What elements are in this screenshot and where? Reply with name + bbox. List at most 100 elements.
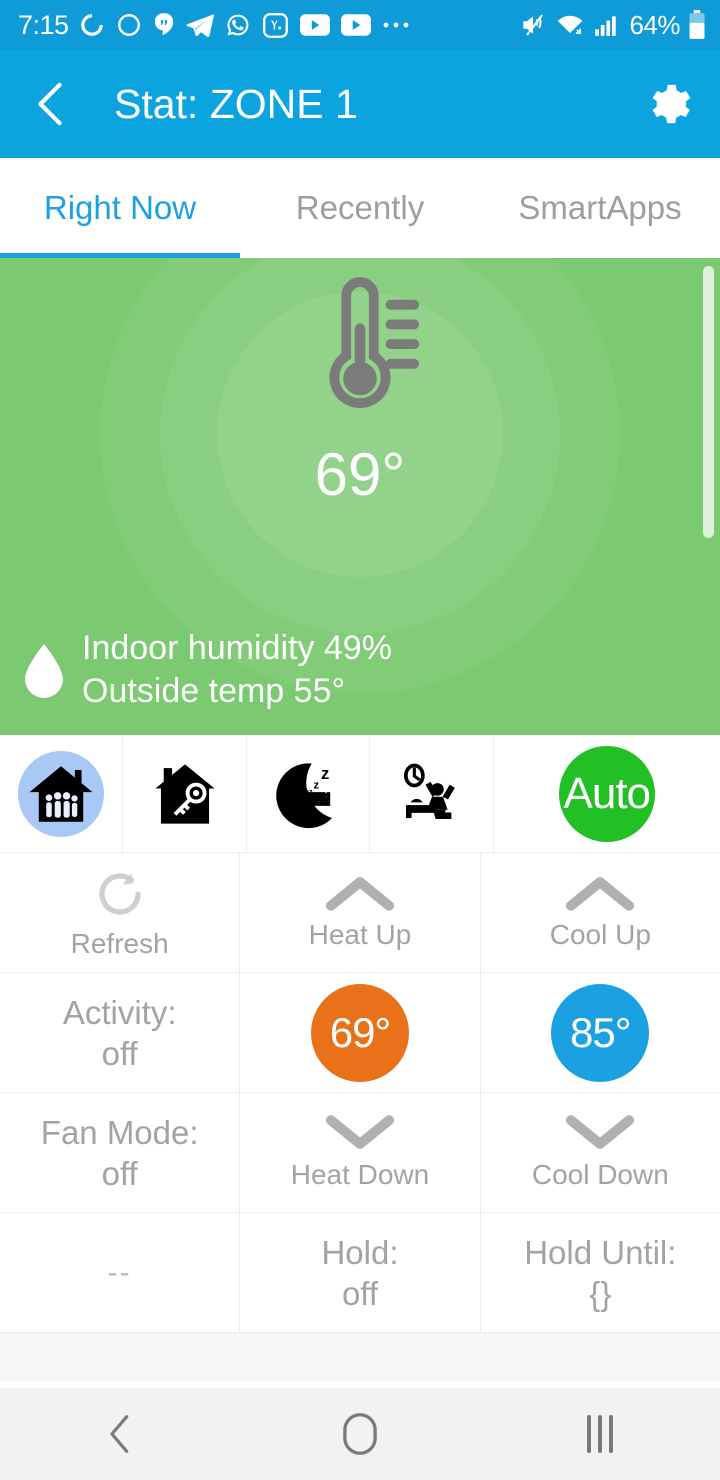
tab-right-now[interactable]: Right Now [0, 158, 240, 258]
refresh-icon [99, 872, 141, 915]
whatsapp-icon [227, 14, 248, 36]
cool-setpoint-badge[interactable]: 85° [551, 983, 650, 1082]
nav-home-icon [343, 1413, 377, 1455]
mode-button-home[interactable] [0, 735, 124, 852]
hold-until-label: Hold Until: [524, 1233, 677, 1271]
wifi-icon [558, 15, 583, 34]
status-bar-system-icons: 64% [519, 10, 706, 41]
indoor-humidity-label: Indoor humidity 49% [82, 629, 392, 667]
auto-mode-label: Auto [563, 768, 652, 818]
control-row: Activity: off 69° 85° [0, 973, 720, 1093]
thermometer-icon [329, 277, 420, 409]
current-temperature: 69° [314, 441, 406, 508]
youtube-icon [340, 14, 371, 36]
tab-smartapps[interactable]: SmartApps [480, 158, 720, 258]
hangouts-icon [154, 13, 173, 36]
back-button[interactable] [30, 80, 70, 128]
chevron-down-icon [566, 1114, 635, 1149]
heat-down-label: Heat Down [290, 1158, 430, 1190]
heat-setpoint-value: 69° [329, 1008, 392, 1056]
bottom-filler [0, 1333, 720, 1381]
battery-icon [689, 10, 705, 39]
humidity-drop-icon [25, 644, 64, 698]
house-with-key-icon [154, 763, 215, 824]
chevron-down-icon [325, 1114, 395, 1149]
status-bar-clock: 7:15 [18, 9, 69, 40]
mode-button-wake[interactable] [370, 735, 494, 852]
cool-setpoint-cell[interactable]: 85° [481, 973, 720, 1092]
heat-setpoint-cell[interactable]: 69° [240, 973, 481, 1092]
chevron-up-icon [566, 876, 635, 911]
fan-mode-value: off [101, 1154, 138, 1192]
status-bar: 7:15 64% [0, 0, 720, 50]
mute-vibrate-icon [523, 14, 544, 36]
fan-mode-cell[interactable]: Fan Mode: off [0, 1093, 241, 1212]
status-bar-notification-icons [79, 12, 520, 39]
alarm-wake-up-icon [404, 763, 456, 819]
control-row: Refresh Heat Up Cool Up [0, 853, 720, 973]
heat-up-button[interactable]: Heat Up [240, 853, 481, 972]
cool-setpoint-value: 85° [570, 1008, 632, 1056]
mode-selector-row: z z z Auto [0, 735, 720, 853]
mode-auto-cell[interactable]: Auto [494, 735, 720, 852]
activity-status-cell[interactable]: Activity: off [0, 973, 241, 1092]
vertical-scrollbar[interactable] [703, 266, 714, 538]
empty-placeholder: -- [107, 1255, 132, 1289]
hero-footer: Indoor humidity 49% Outside temp 55° [0, 627, 720, 713]
svg-text:z: z [314, 779, 320, 791]
mode-button-night[interactable]: z z z [247, 735, 371, 852]
cellular-signal-icon [595, 16, 617, 36]
thermostat-control-grid: Refresh Heat Up Cool Up Activity: off 69… [0, 853, 720, 1333]
empty-cell[interactable]: -- [0, 1213, 241, 1332]
nav-back-icon [110, 1415, 129, 1453]
nav-home-button[interactable] [240, 1412, 480, 1456]
heat-down-button[interactable]: Heat Down [240, 1093, 481, 1212]
hero-footer-text: Indoor humidity 49% Outside temp 55° [82, 627, 392, 713]
hold-value: off [341, 1274, 379, 1312]
temperature-hero-panel[interactable]: 69° Indoor humidity 49% Outside temp 55° [0, 258, 720, 735]
tab-label: SmartApps [518, 189, 682, 226]
telegram-icon [186, 14, 214, 38]
outside-temp-label: Outside temp 55° [82, 672, 346, 710]
phone-screen: 7:15 64% Stat: ZONE 1 Right Now Recently… [0, 0, 720, 1480]
fan-mode-label: Fan Mode: [40, 1113, 199, 1151]
cool-up-label: Cool Up [549, 918, 651, 950]
heat-setpoint-badge[interactable]: 69° [310, 983, 409, 1082]
moon-bed-sleep-icon: z z z [276, 762, 333, 828]
control-row: -- Hold: off Hold Until: {} [0, 1213, 720, 1333]
activity-label: Activity: [62, 993, 177, 1031]
refresh-button[interactable]: Refresh [0, 853, 241, 972]
hold-until-value: {} [589, 1274, 612, 1312]
svg-text:z: z [321, 764, 329, 783]
hold-cell[interactable]: Hold: off [240, 1213, 481, 1332]
control-row: Fan Mode: off Heat Down Cool Down [0, 1093, 720, 1213]
system-navigation-bar [0, 1388, 720, 1480]
cool-up-button[interactable]: Cool Up [481, 853, 720, 972]
nav-recents-button[interactable] [480, 1415, 720, 1453]
gear-icon[interactable] [640, 78, 692, 130]
chevron-up-icon [325, 876, 395, 911]
activity-value: off [101, 1034, 138, 1072]
hold-label: Hold: [321, 1233, 399, 1271]
tab-recently[interactable]: Recently [240, 158, 480, 258]
auto-mode-badge[interactable]: Auto [558, 745, 655, 842]
tab-label: Right Now [43, 189, 197, 226]
heat-up-label: Heat Up [308, 918, 412, 950]
svg-text:z: z [309, 787, 313, 796]
refresh-label: Refresh [70, 927, 169, 959]
youtube-icon [299, 14, 330, 36]
tab-label: Recently [295, 189, 425, 226]
cool-down-button[interactable]: Cool Down [481, 1093, 720, 1212]
battery-percent-label: 64% [629, 9, 680, 40]
circle-assistant-icon [117, 14, 140, 36]
house-with-family-icon [29, 765, 93, 822]
hold-until-cell[interactable]: Hold Until: {} [481, 1213, 720, 1332]
app-badge-icon [262, 12, 288, 38]
more-dots-icon [383, 22, 408, 28]
nav-recents-icon [587, 1415, 613, 1453]
mode-button-away[interactable] [123, 735, 247, 852]
nav-back-button[interactable] [0, 1414, 240, 1454]
hero-content: 69° [0, 258, 720, 509]
tab-bar: Right Now Recently SmartApps [0, 158, 720, 258]
pocketcast-icon [80, 14, 103, 36]
